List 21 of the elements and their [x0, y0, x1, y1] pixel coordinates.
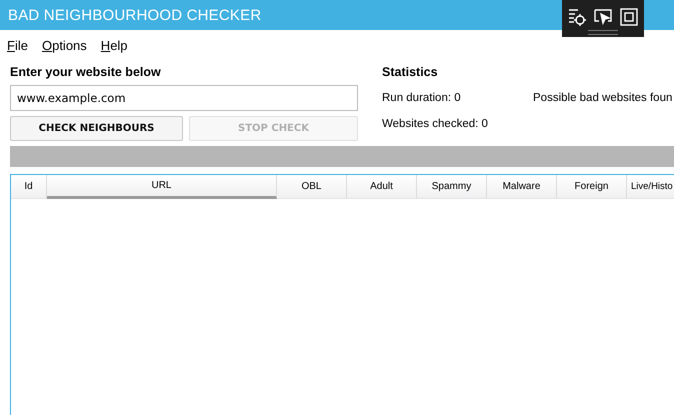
window-title: BAD NEIGHBOURHOOD CHECKER [8, 6, 262, 24]
menu-item[interactable]: Help [100, 38, 128, 52]
column-header[interactable]: URL [47, 175, 277, 199]
stat-text: Run duration: 0 [382, 92, 462, 104]
menu-item[interactable]: Options [42, 38, 87, 52]
pointer-icon[interactable] [593, 7, 613, 27]
column-header[interactable]: Foreign [557, 175, 627, 199]
column-header[interactable]: OBL [277, 175, 347, 199]
column-header[interactable]: Adult [347, 175, 417, 199]
menu-item[interactable]: File [7, 38, 28, 52]
section-heading: Statistics [382, 64, 439, 81]
inspect-tree-icon[interactable] [567, 7, 587, 27]
section-heading: Enter your website below [10, 64, 162, 81]
website-field[interactable]: www.example.com [10, 85, 358, 111]
frame-icon[interactable] [619, 7, 639, 27]
stat-text: Possible bad websites foun [533, 92, 672, 104]
column-header[interactable]: Id [11, 175, 47, 199]
column-header[interactable]: Malware [487, 175, 557, 199]
check-button[interactable]: CHECK NEIGHBOURS [10, 116, 183, 141]
stat-text: Websites checked: 0 [382, 118, 488, 130]
column-header[interactable]: Spammy [417, 175, 487, 199]
